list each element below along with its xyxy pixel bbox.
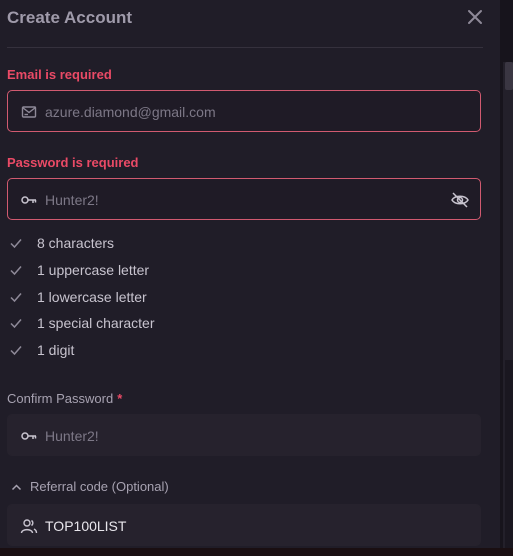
email-error-message: Email is required — [7, 67, 112, 82]
close-icon — [468, 10, 482, 24]
key-icon — [20, 191, 38, 209]
backdrop-bottom — [0, 548, 513, 556]
key-icon — [20, 427, 38, 445]
users-icon — [20, 517, 38, 535]
confirm-password-field[interactable]: Hunter2! — [7, 414, 481, 456]
create-account-modal: Create Account Email is required azure.d… — [0, 0, 500, 556]
confirm-password-label-text: Confirm Password — [7, 391, 114, 406]
password-value: Hunter2! — [45, 192, 99, 208]
check-icon — [10, 319, 22, 329]
referral-code-toggle-label: Referral code (Optional) — [30, 479, 169, 494]
requirement-text: 1 lowercase letter — [37, 288, 147, 305]
requirement-text: 8 characters — [37, 235, 115, 251]
password-error-message: Password is required — [7, 155, 139, 170]
referral-code-value: TOP100LIST — [45, 518, 127, 534]
scrollbar-lower-region — [505, 360, 513, 556]
check-icon — [10, 265, 22, 275]
scrollbar-thumb[interactable] — [505, 62, 513, 90]
confirm-password-label: Confirm Password * — [7, 391, 122, 407]
eye-off-icon[interactable] — [450, 190, 470, 210]
email-field[interactable]: azure.diamond@gmail.com — [7, 90, 481, 132]
confirm-password-value: Hunter2! — [45, 428, 99, 444]
mail-icon — [20, 103, 38, 121]
requirement-text: 1 uppercase letter — [37, 261, 150, 278]
header-divider — [7, 47, 483, 48]
referral-code-field[interactable]: TOP100LIST — [7, 504, 481, 546]
password-field[interactable]: Hunter2! — [7, 178, 481, 220]
required-marker: * — [117, 391, 123, 406]
check-icon — [10, 239, 22, 249]
check-icon — [10, 292, 22, 302]
close-button[interactable] — [465, 7, 485, 27]
email-value: azure.diamond@gmail.com — [45, 104, 216, 120]
requirement-text: 1 special character — [37, 315, 155, 332]
modal-title: Create Account — [7, 8, 133, 27]
requirement-text: 1 digit — [37, 342, 75, 359]
check-icon — [10, 346, 22, 356]
screen: Create Account Email is required azure.d… — [0, 0, 513, 556]
chevron-up-icon — [11, 484, 22, 491]
